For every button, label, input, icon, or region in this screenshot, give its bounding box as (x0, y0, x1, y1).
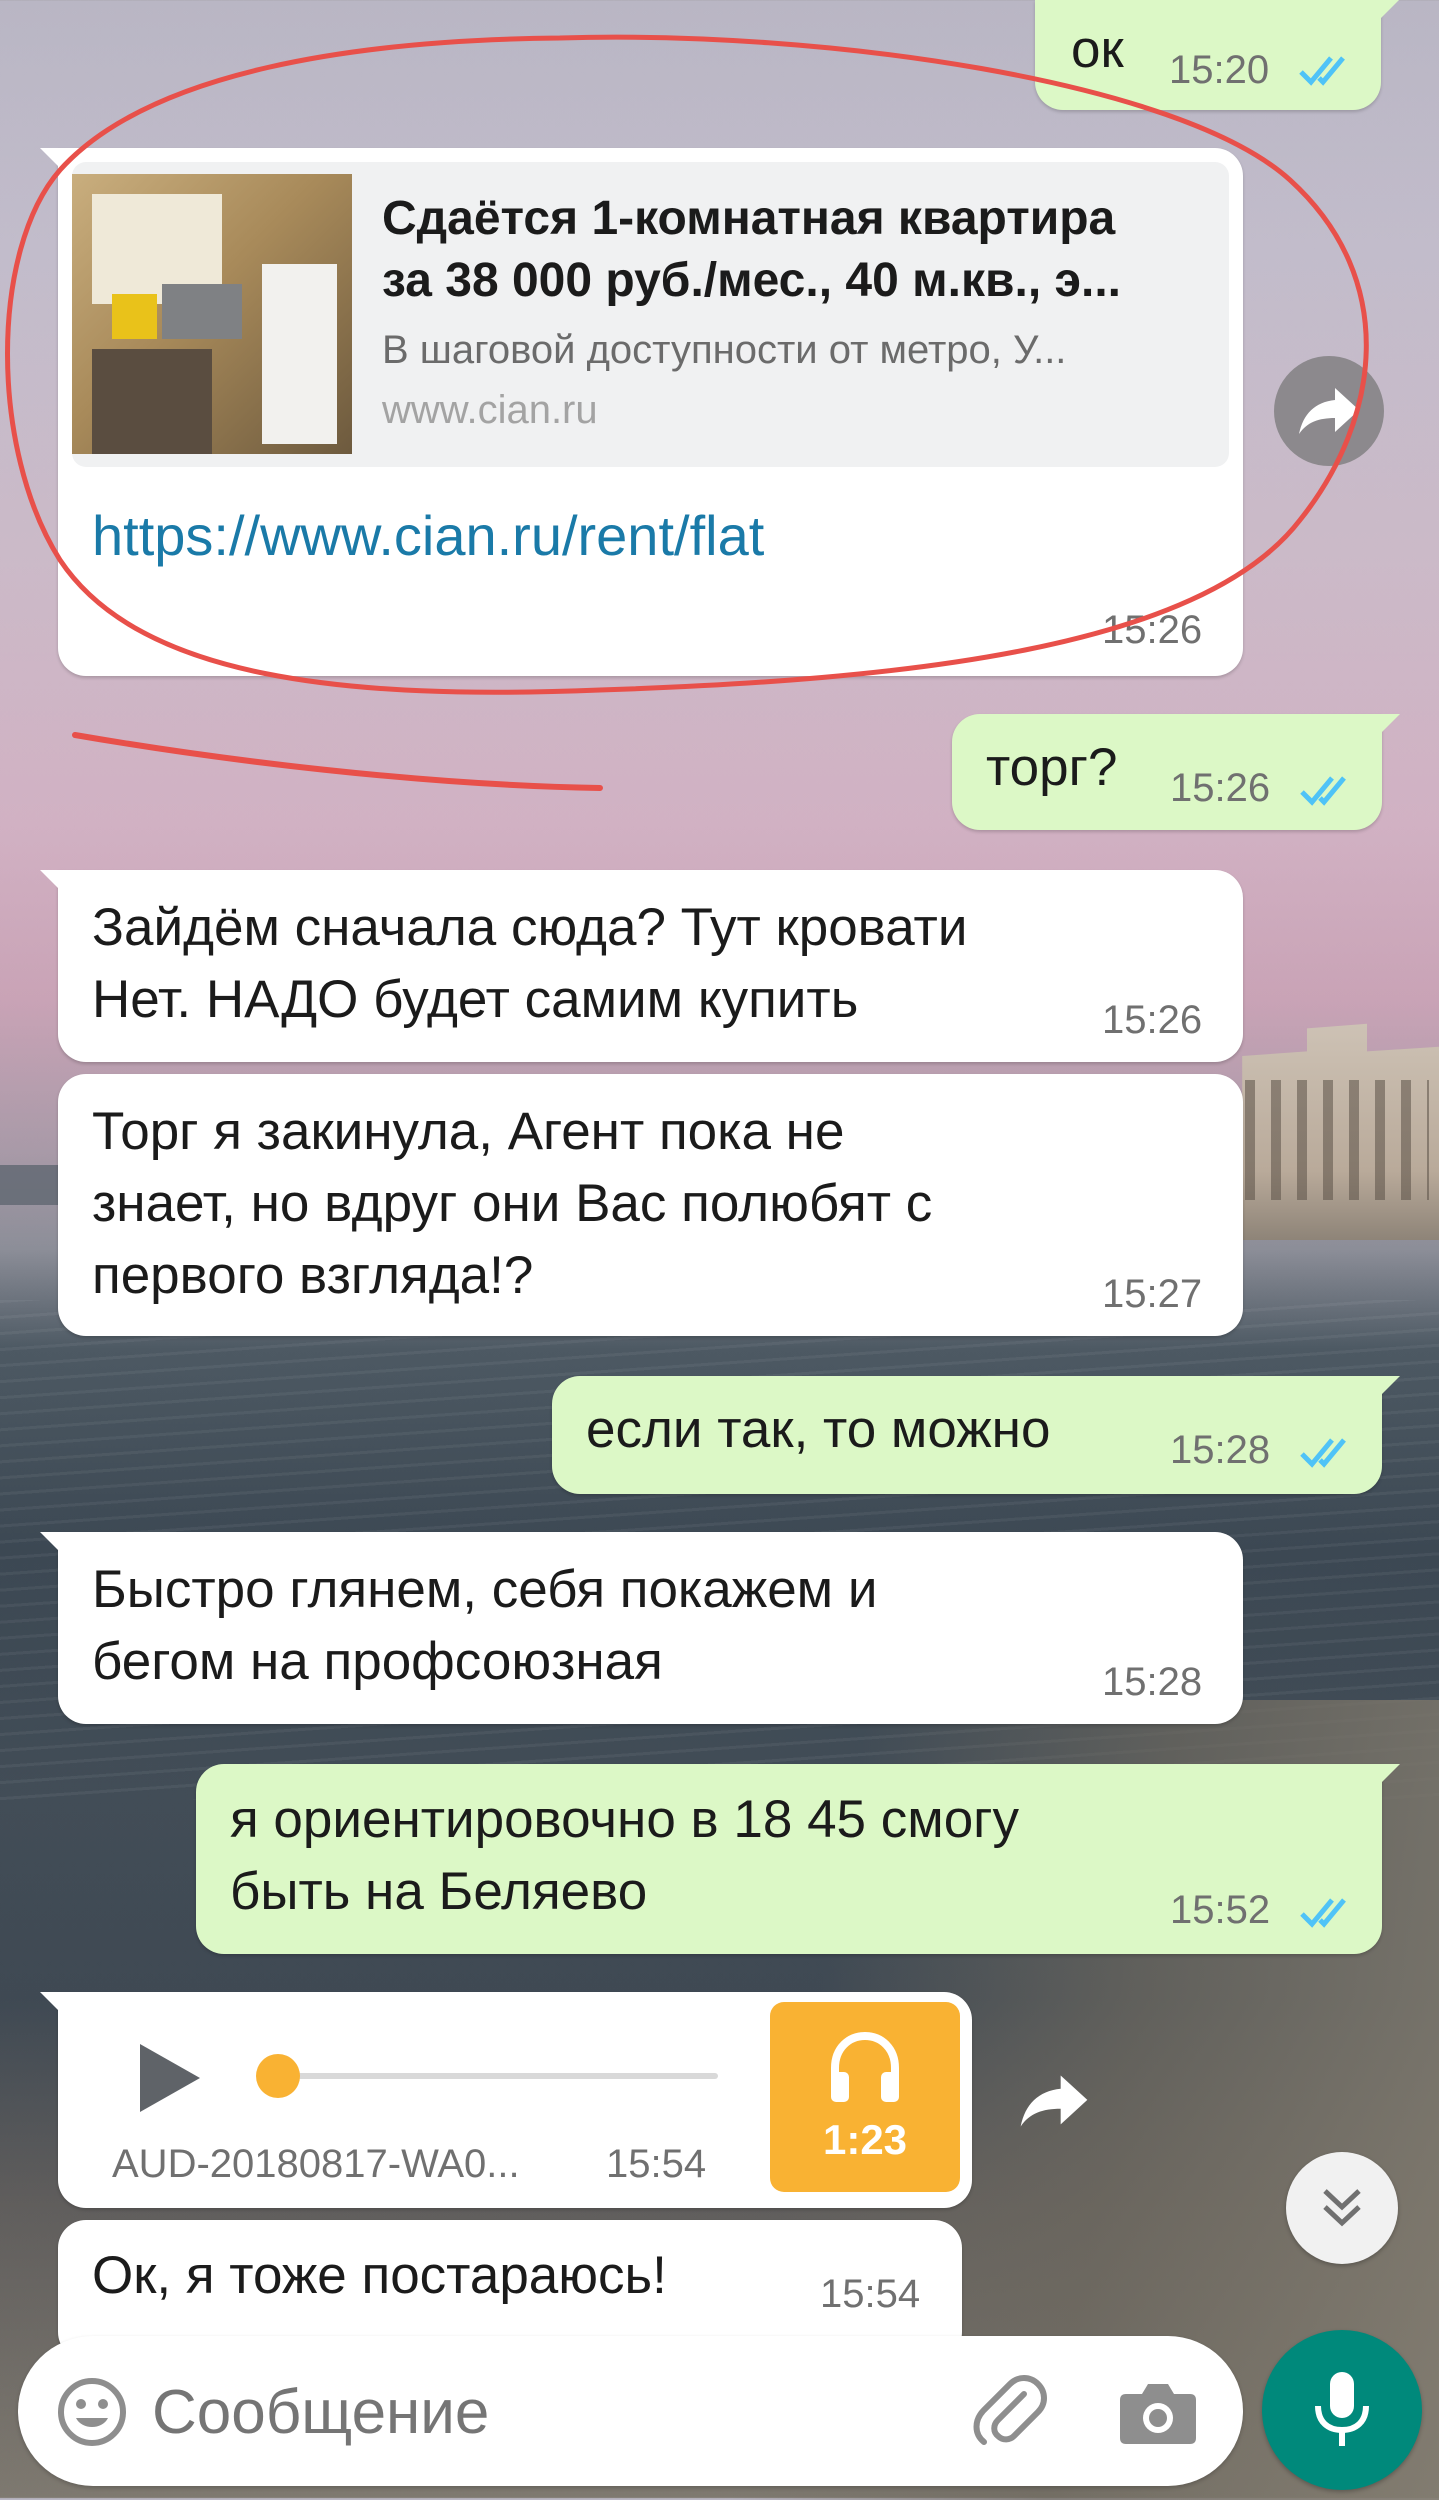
forward-icon (1020, 2075, 1088, 2127)
message-incoming[interactable]: Торг я закинула, Агент пока не знает, но… (58, 1074, 1243, 1336)
message-incoming[interactable]: Быстро глянем, себя покажем и бегом на п… (58, 1532, 1243, 1724)
message-link[interactable]: https://www.cian.ru/rent/flat (92, 503, 764, 568)
audio-duration: 1:23 (822, 2116, 908, 2163)
microphone-icon (1315, 2372, 1369, 2446)
headphones-icon (831, 2031, 899, 2102)
message-text: если так, то можно (586, 1400, 1051, 1459)
message-text: ок (1071, 20, 1124, 79)
message-incoming[interactable]: Зайдём сначала сюда? Тут кровати Нет. НА… (58, 870, 1243, 1062)
read-ticks-icon (1299, 56, 1345, 86)
link-preview-title: Сдаётся 1-комнатная квартира за 38 000 р… (382, 192, 1122, 307)
message-time: 15:54 (820, 2272, 921, 2316)
audio-avatar: 1:23 (770, 2002, 960, 2192)
emoji-icon[interactable] (56, 2376, 128, 2448)
message-outgoing[interactable]: торг? 15:26 (952, 714, 1382, 830)
message-incoming-audio[interactable]: AUD-20180817-WA0... 15:54 1:23 (58, 1992, 972, 2208)
read-ticks-icon (1300, 1438, 1346, 1468)
link-preview-description: В шаговой доступности от метро, У... (382, 328, 1067, 372)
message-time: 15:26 (1170, 766, 1271, 810)
audio-progress-track[interactable] (278, 2073, 718, 2079)
chevron-double-down-icon (1323, 2189, 1361, 2227)
message-outgoing[interactable]: ок 15:20 (1035, 0, 1381, 110)
camera-icon[interactable] (1118, 2378, 1198, 2446)
link-preview-site: www.cian.ru (382, 388, 598, 432)
message-input[interactable] (150, 2366, 934, 2458)
forward-icon (1299, 388, 1359, 434)
mic-button[interactable] (1262, 2330, 1422, 2490)
read-ticks-icon (1300, 1898, 1346, 1928)
message-outgoing[interactable]: если так, то можно 15:28 (552, 1376, 1382, 1494)
message-text: Зайдём сначала сюда? Тут кровати Нет. НА… (92, 898, 968, 1029)
message-time: 15:28 (1170, 1428, 1271, 1472)
message-text: торг? (986, 738, 1118, 797)
message-text: я ориентировочно в 18 45 смогу быть на Б… (230, 1790, 1019, 1921)
audio-filename: AUD-20180817-WA0... (112, 2142, 520, 2186)
link-preview-image (72, 174, 352, 454)
message-text: Ок, я тоже постараюсь! (92, 2246, 667, 2305)
message-time: 15:27 (1102, 1272, 1203, 1316)
message-time: 15:20 (1169, 48, 1270, 92)
message-incoming-link[interactable]: Сдаётся 1-комнатная квартира за 38 000 р… (58, 148, 1243, 676)
message-time: 15:54 (606, 2142, 707, 2186)
message-time: 15:26 (1102, 608, 1203, 652)
message-time: 15:26 (1102, 998, 1203, 1042)
message-outgoing[interactable]: я ориентировочно в 18 45 смогу быть на Б… (196, 1764, 1382, 1954)
scroll-to-bottom-button[interactable] (1286, 2152, 1398, 2264)
read-ticks-icon (1300, 776, 1346, 806)
message-time: 15:28 (1102, 1660, 1203, 1704)
message-time: 15:52 (1170, 1888, 1271, 1932)
message-text: Торг я закинула, Агент пока не знает, но… (92, 1102, 933, 1305)
forward-button[interactable] (1014, 2066, 1094, 2136)
play-icon[interactable] (128, 2038, 208, 2118)
paperclip-icon[interactable] (968, 2372, 1048, 2452)
message-composer[interactable] (18, 2336, 1243, 2486)
forward-button[interactable] (1274, 356, 1384, 466)
message-text: Быстро глянем, себя покажем и бегом на п… (92, 1560, 878, 1691)
audio-progress-handle[interactable] (256, 2054, 300, 2098)
